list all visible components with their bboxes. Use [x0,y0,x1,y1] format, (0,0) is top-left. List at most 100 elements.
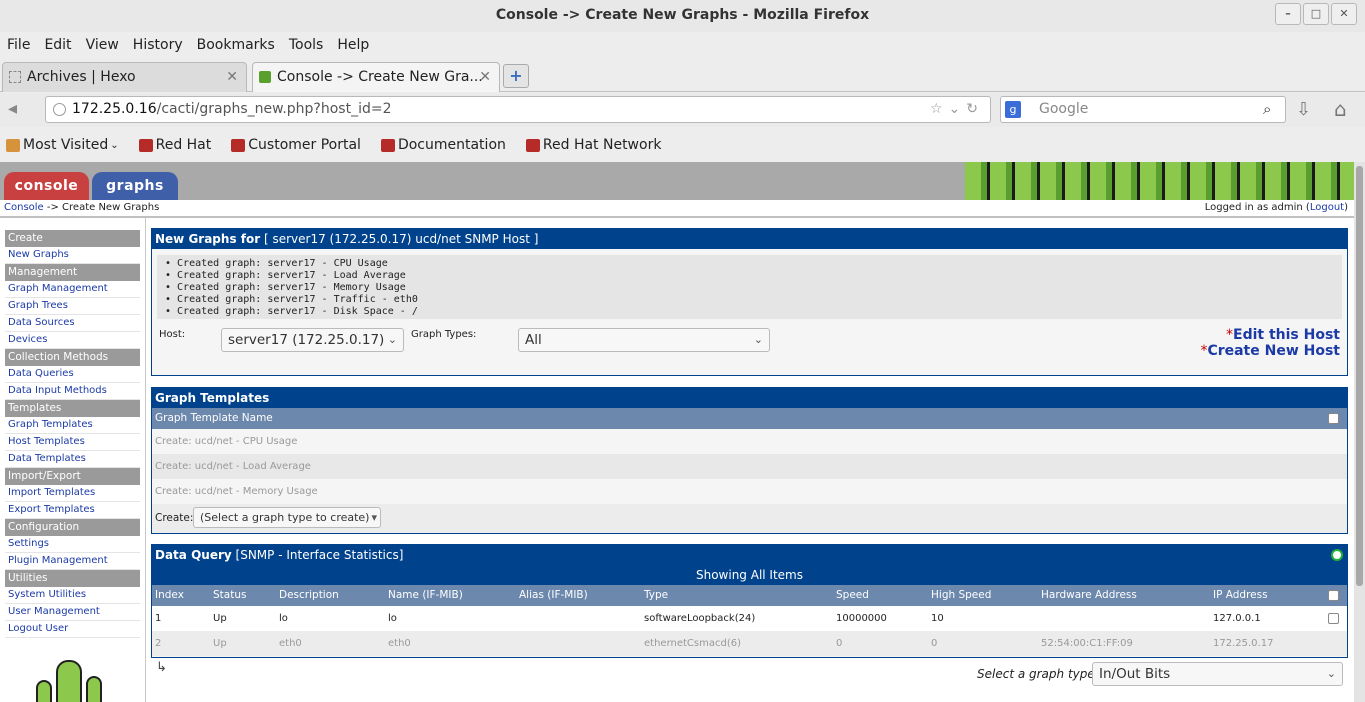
select-all-checkbox[interactable] [1328,590,1339,601]
bookmark-red-hat[interactable]: Red Hat [133,137,211,153]
tab-console[interactable]: console [4,172,89,200]
search-field[interactable]: g Google ⌕ [1000,96,1286,123]
create-graph-type-select[interactable]: (Select a graph type to create) ▾ [193,507,381,528]
sidebar-item-import-templates[interactable]: Import Templates [5,485,140,502]
back-arrow-icon[interactable]: ◂ [8,98,34,122]
result-line: • Created graph: server17 - Load Average [165,270,406,281]
bookmark-most-visited[interactable]: Most Visited ⌄ [0,137,119,153]
graph-types-select[interactable]: All ⌄ [518,328,770,352]
reload-icon[interactable]: ↻ [966,101,984,117]
scrollbar-thumb[interactable] [1356,166,1363,586]
menu-file[interactable]: File [0,34,37,58]
cactus-arm-left [36,680,52,702]
minimize-icon[interactable]: – [1275,3,1301,25]
sidebar-item-graph-management[interactable]: Graph Management [5,281,140,298]
graph-template-row[interactable]: Create: ucd/net - CPU Usage [152,429,1347,454]
search-placeholder: Google [1039,101,1089,117]
search-icon[interactable]: ⌕ [1263,100,1281,118]
page-scrollbar[interactable] [1354,162,1365,702]
sidebar-item-data-queries[interactable]: Data Queries [5,366,140,383]
new-tab-button[interactable]: + [503,64,529,88]
table-row[interactable]: 2 Up eth0 eth0 ethernetCsmacd(6) 0 0 52:54:00:C… [152,631,1347,656]
sidebar-item-data-templates[interactable]: Data Templates [5,451,140,468]
sidebar-item-logout-user[interactable]: Logout User [5,621,140,638]
cactus-body [56,660,82,702]
download-icon[interactable]: ⇩ [1296,99,1311,120]
sidebar-item-graph-templates[interactable]: Graph Templates [5,417,140,434]
select-all-checkbox[interactable] [1328,413,1339,424]
tab-cacti-console[interactable]: Console -> Create New Gra... ✕ [252,62,500,92]
table-cell: eth0 [388,638,411,649]
column-hardware-address: Hardware Address [1041,589,1137,601]
row-checkbox[interactable] [1328,613,1339,624]
cacti-logo-icon [36,656,112,702]
logout-link[interactable]: Logout [1310,202,1344,213]
column-type: Type [644,589,669,601]
menu-edit[interactable]: Edit [37,34,78,58]
graph-template-row[interactable]: Create: ucd/net - Load Average [152,454,1347,479]
close-tab-icon[interactable]: ✕ [479,63,491,91]
bookmarks-toolbar: Most Visited ⌄ Red Hat Customer Portal Do… [0,130,1365,160]
sidebar-item-export-templates[interactable]: Export Templates [5,502,140,519]
window-title: Console -> Create New Graphs - Mozilla F… [495,7,870,23]
cactus-banner-image [965,162,1354,200]
sidebar-item-plugin-management[interactable]: Plugin Management [5,553,140,570]
page-content: console graphs Console -> Create New Gra… [0,162,1354,702]
redhat-icon [525,138,540,152]
graph-template-row[interactable]: Create: ucd/net - Memory Usage [152,479,1347,504]
sidebar-item-system-utilities[interactable]: System Utilities [5,587,140,604]
menu-history[interactable]: History [126,34,190,58]
tab-graphs[interactable]: graphs [92,172,178,200]
menu-help[interactable]: Help [330,34,376,58]
panel-subtitle: [SNMP - Interface Statistics] [231,548,404,562]
edit-host-link[interactable]: Edit this Host [1233,327,1340,343]
tab-archives-hexo[interactable]: Archives | Hexo ✕ [2,62,247,92]
login-status: Logged in as admin (Logout) [1205,200,1348,216]
close-tab-icon[interactable]: ✕ [226,63,238,91]
sidebar-item-new-graphs[interactable]: New Graphs [5,247,140,264]
close-window-icon[interactable]: ✕ [1331,3,1357,25]
bookmark-star-icon[interactable]: ☆ [930,101,949,117]
bookmark-documentation[interactable]: Documentation [375,137,506,153]
google-engine-icon[interactable]: g [1005,101,1021,118]
status-indicator-icon[interactable] [1331,549,1343,561]
sidebar-item-settings[interactable]: Settings [5,536,140,553]
sidebar-item-data-sources[interactable]: Data Sources [5,315,140,332]
table-cell: 0 [836,638,843,649]
host-filter-row: Host: server17 (172.25.0.17) ⌄ Graph Type… [152,319,1347,369]
create-host-link[interactable]: Create New Host [1207,343,1340,359]
table-row[interactable]: 1 Up lo lo softwareLoopback(24) 10000000 10 127… [152,606,1347,631]
url-field[interactable]: 172.25.0.16/cacti/graphs_new.php?host_id… [45,96,991,123]
column-index: Index [155,589,184,601]
sidebar-item-graph-trees[interactable]: Graph Trees [5,298,140,315]
menu-view[interactable]: View [79,34,126,58]
panel-title: New Graphs for [155,232,261,246]
maximize-icon[interactable]: □ [1303,3,1329,25]
menu-tools[interactable]: Tools [282,34,331,58]
data-query-header: Data Query [SNMP - Interface Statistics] [152,545,1347,565]
bookmark-customer-portal[interactable]: Customer Portal [225,137,361,153]
table-cell: 127.0.0.1 [1213,613,1261,624]
table-cell: ethernetCsmacd(6) [644,638,741,649]
column-high-speed: High Speed [931,589,992,601]
sidebar-item-host-templates[interactable]: Host Templates [5,434,140,451]
sidebar-item-user-management[interactable]: User Management [5,604,140,621]
bookmark-label: Red Hat Network [542,137,662,153]
login-prefix: Logged in as admin ( [1204,202,1310,213]
home-icon[interactable]: ⌂ [1334,97,1347,121]
graph-type-select[interactable]: In/Out Bits ⌄ [1092,662,1343,686]
history-dropdown-icon[interactable]: ⌄ [949,101,967,117]
host-select[interactable]: server17 (172.25.0.17) ⌄ [221,328,404,352]
graph-type-select-value: In/Out Bits [1099,666,1171,682]
breadcrumb-console-link[interactable]: Console [4,202,44,213]
login-suffix: ) [1344,202,1348,213]
menu-bookmarks[interactable]: Bookmarks [190,34,282,58]
bookmark-red-hat-network[interactable]: Red Hat Network [520,137,662,153]
chevron-down-icon: ▾ [371,511,377,524]
sidebar-item-data-input-methods[interactable]: Data Input Methods [5,383,140,400]
window-titlebar: Console -> Create New Graphs - Mozilla F… [0,0,1365,32]
table-cell: lo [279,613,288,624]
sidebar-item-devices[interactable]: Devices [5,332,140,349]
create-label: Create: [155,512,194,524]
folder-icon [6,138,20,152]
